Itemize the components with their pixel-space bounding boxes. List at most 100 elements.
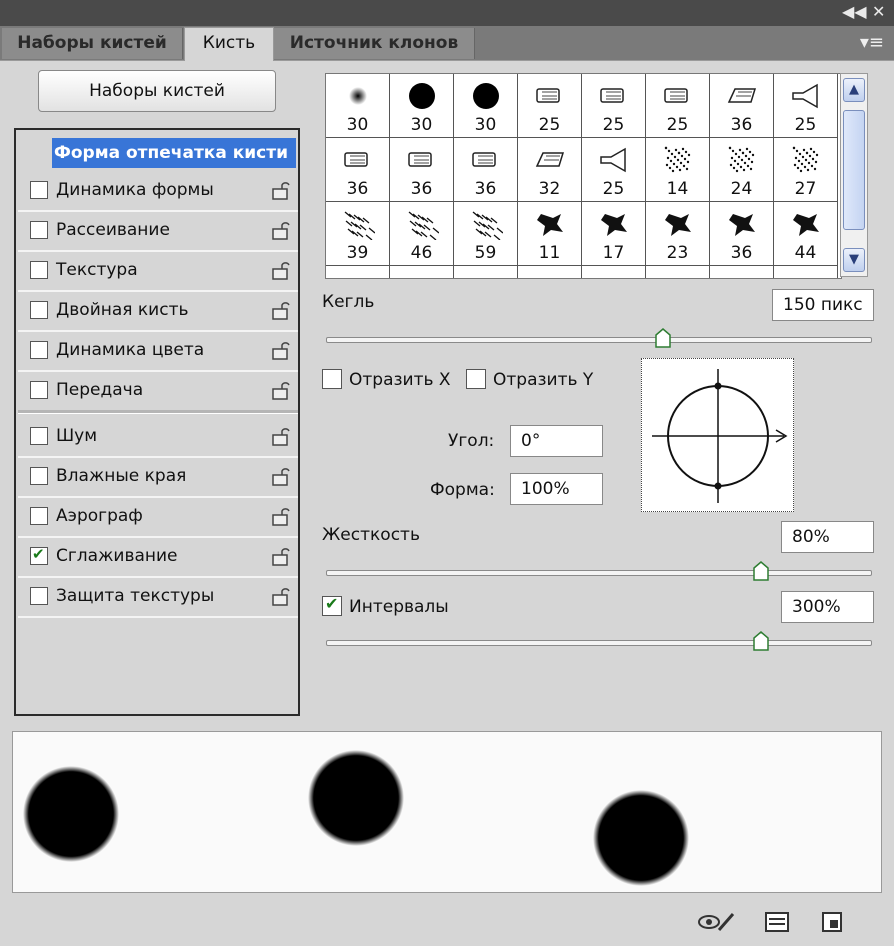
brush-tip-shape-item[interactable]: Форма отпечатка кисти xyxy=(52,138,296,168)
brush-option-checkbox[interactable] xyxy=(30,221,48,239)
tab-clone-source[interactable]: Источник клонов xyxy=(274,28,475,59)
lock-icon[interactable] xyxy=(272,260,290,280)
hardness-field[interactable]: 80% xyxy=(781,521,874,553)
brush-option-checkbox[interactable] xyxy=(30,381,48,399)
brush-option-row[interactable]: Рассеивание xyxy=(18,212,298,252)
size-slider-thumb[interactable] xyxy=(655,328,672,348)
brush-tip-cell[interactable]: 32 xyxy=(518,138,582,202)
brush-tip-cell[interactable]: 36 xyxy=(390,138,454,202)
brush-option-checkbox[interactable] xyxy=(30,261,48,279)
lock-icon[interactable] xyxy=(272,340,290,360)
brush-tip-cell[interactable]: 59 xyxy=(454,202,518,266)
brush-option-label: Динамика формы xyxy=(56,180,214,200)
brush-option-row[interactable]: Динамика цвета xyxy=(18,332,298,372)
spacing-slider-thumb[interactable] xyxy=(753,631,769,651)
lock-icon[interactable] xyxy=(272,546,290,566)
size-field[interactable]: 150 пикс xyxy=(772,289,874,321)
lock-icon[interactable] xyxy=(272,220,290,240)
brush-option-row[interactable]: Динамика формы xyxy=(18,172,298,212)
brush-tip-cell[interactable]: 25 xyxy=(518,74,582,138)
scroll-up-icon[interactable]: ▲ xyxy=(843,78,865,102)
brush-tip-cell[interactable]: 36 xyxy=(454,138,518,202)
flip-x-checkbox[interactable] xyxy=(322,369,342,389)
brush-tip-cell[interactable]: 11 xyxy=(518,202,582,266)
brush-tip-cell[interactable]: 30 xyxy=(326,74,390,138)
tab-brush-presets[interactable]: Наборы кистей xyxy=(2,28,183,59)
tab-brush[interactable]: Кисть xyxy=(184,27,274,61)
flip-y-checkbox[interactable] xyxy=(466,369,486,389)
brush-tip-cell[interactable]: 24 xyxy=(710,138,774,202)
brush-option-row[interactable]: Сглаживание xyxy=(18,538,298,578)
scatter-brush-icon xyxy=(664,146,691,173)
brush-tip-cell[interactable]: 25 xyxy=(774,74,838,138)
hardness-slider-track[interactable] xyxy=(326,570,872,576)
brush-option-checkbox[interactable] xyxy=(30,545,48,565)
brush-presets-button[interactable]: Наборы кистей xyxy=(38,70,276,112)
panel-menu-icon[interactable]: ▾≡ xyxy=(860,32,884,53)
brush-tip-cell[interactable] xyxy=(390,266,454,278)
brush-tip-cell[interactable]: 46 xyxy=(390,202,454,266)
lock-icon[interactable] xyxy=(272,300,290,320)
brush-option-checkbox[interactable] xyxy=(30,507,48,525)
brush-option-row[interactable]: Текстура xyxy=(18,252,298,292)
eye-brush-icon[interactable] xyxy=(697,910,737,934)
brush-tip-cell[interactable]: 27 xyxy=(774,138,838,202)
brush-tip-cell[interactable]: 14 xyxy=(646,138,710,202)
brush-tip-cell[interactable]: 39 xyxy=(326,202,390,266)
spacing-slider-track[interactable] xyxy=(326,640,872,646)
close-icon[interactable]: ✕ xyxy=(872,4,885,20)
roundness-field[interactable]: 100% xyxy=(510,473,603,505)
brush-tip-cell[interactable]: 36 xyxy=(326,138,390,202)
angle-field[interactable]: 0° xyxy=(510,425,603,457)
brush-tip-cell[interactable]: 44 xyxy=(774,202,838,266)
panel-menu-icon[interactable] xyxy=(764,910,790,934)
brush-option-checkbox[interactable] xyxy=(30,467,48,485)
new-preset-icon[interactable] xyxy=(820,910,844,934)
brush-option-checkbox[interactable] xyxy=(30,427,48,445)
brush-tip-cell[interactable] xyxy=(518,266,582,278)
brush-tip-cell[interactable]: 25 xyxy=(582,138,646,202)
brush-tip-cell[interactable]: 30 xyxy=(454,74,518,138)
brush-tip-cell[interactable] xyxy=(646,266,710,278)
brush-tip-cell[interactable]: 23 xyxy=(646,202,710,266)
brush-option-row[interactable]: Шум xyxy=(18,418,298,458)
brush-option-checkbox[interactable] xyxy=(30,587,48,605)
size-slider-track[interactable] xyxy=(326,337,872,343)
lock-icon[interactable] xyxy=(272,506,290,526)
angle-roundness-widget[interactable] xyxy=(641,358,794,512)
brush-option-row[interactable]: Аэрограф xyxy=(18,498,298,538)
brush-tip-cell[interactable] xyxy=(582,266,646,278)
brush-tip-cell[interactable]: 17 xyxy=(582,202,646,266)
brush-tip-cell[interactable]: 30 xyxy=(390,74,454,138)
spacing-field[interactable]: 300% xyxy=(781,591,874,623)
brush-tip-cell[interactable] xyxy=(326,266,390,278)
collapse-icon[interactable]: ◀◀ xyxy=(842,4,867,20)
brush-tip-cell[interactable]: 36 xyxy=(710,202,774,266)
brush-tip-cell[interactable] xyxy=(774,266,838,278)
brush-option-checkbox[interactable] xyxy=(30,181,48,199)
brush-tip-cell[interactable]: 25 xyxy=(646,74,710,138)
brush-tip-cell[interactable] xyxy=(710,266,774,278)
scroll-down-icon[interactable]: ▼ xyxy=(843,248,865,272)
brush-option-checkbox[interactable] xyxy=(30,341,48,359)
brush-option-row[interactable]: Влажные края xyxy=(18,458,298,498)
hardness-slider-thumb[interactable] xyxy=(753,561,769,581)
flat-tip-brush-icon xyxy=(344,152,368,167)
brush-option-row[interactable]: Двойная кисть xyxy=(18,292,298,332)
brush-option-checkbox[interactable] xyxy=(30,301,48,319)
brush-option-row[interactable]: Передача xyxy=(18,372,298,412)
lock-icon[interactable] xyxy=(272,586,290,606)
brush-tip-cell[interactable]: 25 xyxy=(582,74,646,138)
lock-icon[interactable] xyxy=(272,180,290,200)
spacing-checkbox[interactable] xyxy=(322,594,342,616)
scroll-thumb[interactable] xyxy=(843,110,865,230)
grid-scrollbar[interactable]: ▲ ▼ xyxy=(840,73,868,277)
brush-tip-cell[interactable]: 36 xyxy=(710,74,774,138)
lock-icon[interactable] xyxy=(272,380,290,400)
lock-icon[interactable] xyxy=(272,426,290,446)
brush-size-label: 11 xyxy=(538,243,561,263)
brush-tip-cell[interactable] xyxy=(454,266,518,278)
lock-icon[interactable] xyxy=(272,466,290,486)
brush-option-row[interactable]: Защита текстуры xyxy=(18,578,298,618)
brush-size-label: 23 xyxy=(666,243,689,263)
